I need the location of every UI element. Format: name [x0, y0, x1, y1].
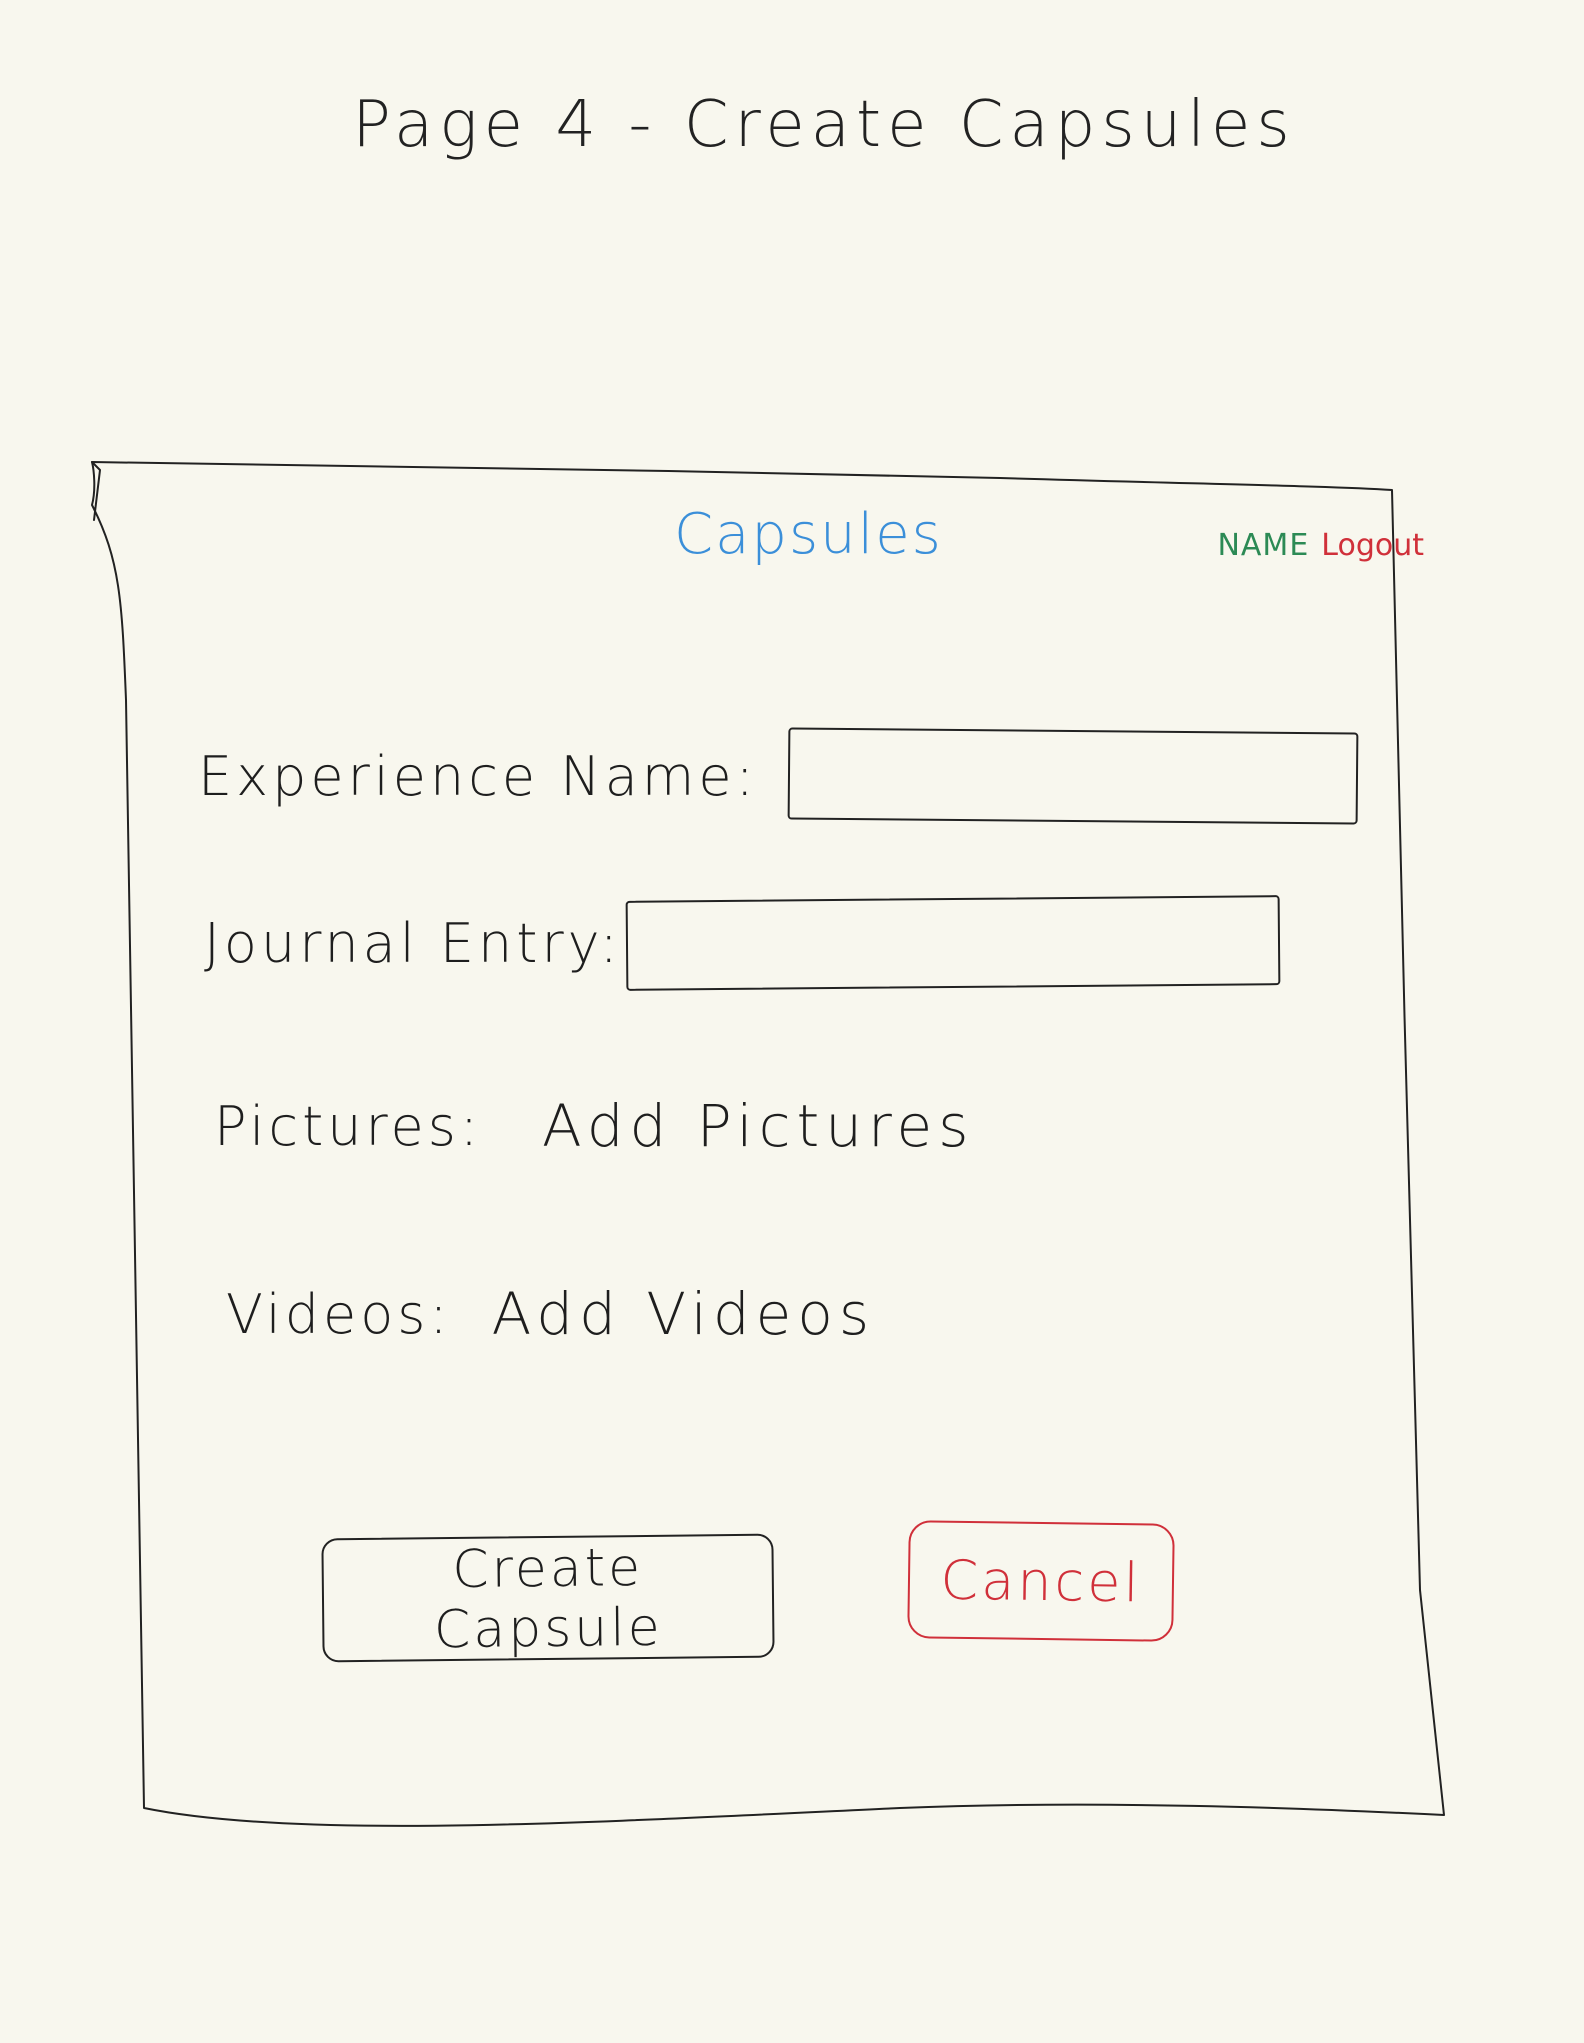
experience-name-label: Experience Name: — [198, 744, 758, 808]
pictures-label: Pictures: — [214, 1094, 483, 1158]
cancel-button[interactable]: Cancel — [907, 1520, 1175, 1642]
journal-entry-row: Journal Entry: — [204, 895, 1281, 991]
user-name: NAME — [1217, 528, 1310, 563]
videos-row: Videos: Add Videos — [226, 1280, 875, 1348]
app-window: Capsules NAME Logout Experience Name: Jo… — [90, 462, 1444, 1820]
user-area: NAME Logout — [1217, 528, 1424, 563]
add-videos-link[interactable]: Add Videos — [492, 1280, 875, 1348]
pictures-row: Pictures: Add Pictures — [214, 1092, 974, 1160]
page-title: Page 4 - Create Capsules — [352, 88, 1296, 162]
add-pictures-link[interactable]: Add Pictures — [542, 1092, 974, 1160]
brand-logo[interactable]: Capsules — [674, 502, 943, 567]
journal-entry-input[interactable] — [625, 895, 1281, 991]
experience-name-row: Experience Name: — [198, 727, 1359, 825]
journal-entry-label: Journal Entry: — [204, 911, 622, 975]
logout-link[interactable]: Logout — [1321, 528, 1424, 563]
experience-name-input[interactable] — [787, 727, 1359, 825]
videos-label: Videos: — [226, 1282, 452, 1346]
create-capsule-button[interactable]: Create Capsule — [321, 1533, 775, 1663]
